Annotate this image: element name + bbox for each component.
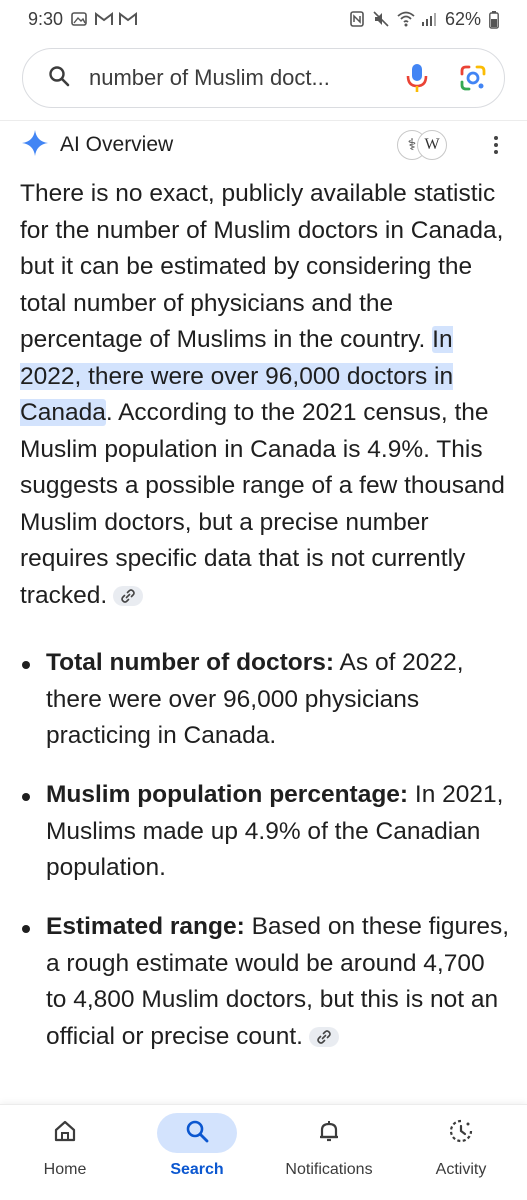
nav-activity[interactable]: Activity	[406, 1113, 516, 1193]
bottom-navigation: Home Search Notifications Activity	[0, 1104, 527, 1200]
nav-home[interactable]: Home	[10, 1113, 120, 1193]
nav-label: Notifications	[285, 1161, 373, 1178]
google-lens-icon[interactable]	[456, 61, 490, 95]
mute-icon	[373, 11, 389, 27]
bullet-text: Muslim population percentage: In 2021, M…	[46, 777, 510, 887]
header-divider	[0, 120, 527, 121]
bullet-dot	[22, 793, 30, 801]
status-time: 9:30	[28, 8, 64, 29]
status-right: 62%	[349, 9, 505, 30]
microphone-icon[interactable]	[400, 61, 434, 95]
wikipedia-source-badge[interactable]: W	[417, 130, 447, 160]
more-options-icon[interactable]	[484, 131, 508, 159]
bell-icon	[316, 1118, 342, 1149]
bullet-heading: Estimated range:	[46, 913, 245, 940]
wifi-icon	[397, 11, 415, 27]
source-badges[interactable]: ⚕ W	[397, 130, 447, 160]
list-item: Muslim population percentage: In 2021, M…	[20, 777, 510, 887]
bullet-dot	[22, 925, 30, 933]
bullet-heading: Total number of doctors:	[46, 649, 335, 676]
bullet-text: Estimated range: Based on these figures,…	[46, 909, 510, 1055]
paragraph-text: There is no exact, publicly available st…	[20, 180, 504, 353]
battery-icon	[489, 11, 505, 29]
bullet-dot	[22, 661, 30, 669]
nav-notifications[interactable]: Notifications	[274, 1113, 384, 1193]
nav-label: Home	[43, 1161, 87, 1178]
bullet-text: Total number of doctors: As of 2022, the…	[46, 645, 510, 755]
gmail-icon	[95, 11, 114, 27]
link-icon[interactable]	[308, 1027, 339, 1048]
search-input[interactable]	[89, 65, 378, 91]
gemini-sparkle-icon	[22, 129, 48, 161]
nav-pill[interactable]	[289, 1113, 369, 1153]
gallery-icon	[71, 11, 87, 27]
nav-pill[interactable]	[157, 1113, 237, 1153]
list-item: Estimated range: Based on these figures,…	[20, 909, 510, 1055]
link-icon[interactable]	[113, 586, 144, 607]
ai-overview-paragraph: There is no exact, publicly available st…	[20, 176, 510, 614]
activity-icon	[448, 1118, 474, 1149]
search-bar[interactable]	[22, 48, 505, 108]
nfc-icon	[349, 11, 365, 27]
signal-icon	[421, 11, 437, 27]
home-icon	[52, 1118, 78, 1149]
nav-label: Search	[170, 1161, 224, 1178]
status-bar: 9:30 62%	[0, 0, 527, 38]
search-icon	[184, 1118, 210, 1149]
battery-percent: 62%	[444, 8, 481, 29]
ai-overview-title: AI Overview	[60, 133, 174, 156]
nav-label: Activity	[435, 1161, 487, 1178]
list-item: Total number of doctors: As of 2022, the…	[20, 645, 510, 755]
paragraph-text: . According to the 2021 census, the Musl…	[20, 399, 505, 609]
ai-overview-header: AI Overview ⚕ W	[22, 128, 507, 162]
search-icon[interactable]	[47, 64, 71, 93]
status-left: 9:30	[28, 8, 138, 30]
nav-pill[interactable]	[421, 1113, 501, 1153]
bullet-heading: Muslim population percentage:	[46, 781, 409, 808]
nav-pill[interactable]	[25, 1113, 105, 1153]
nav-search[interactable]: Search	[142, 1113, 252, 1193]
gmail-icon	[119, 11, 138, 27]
